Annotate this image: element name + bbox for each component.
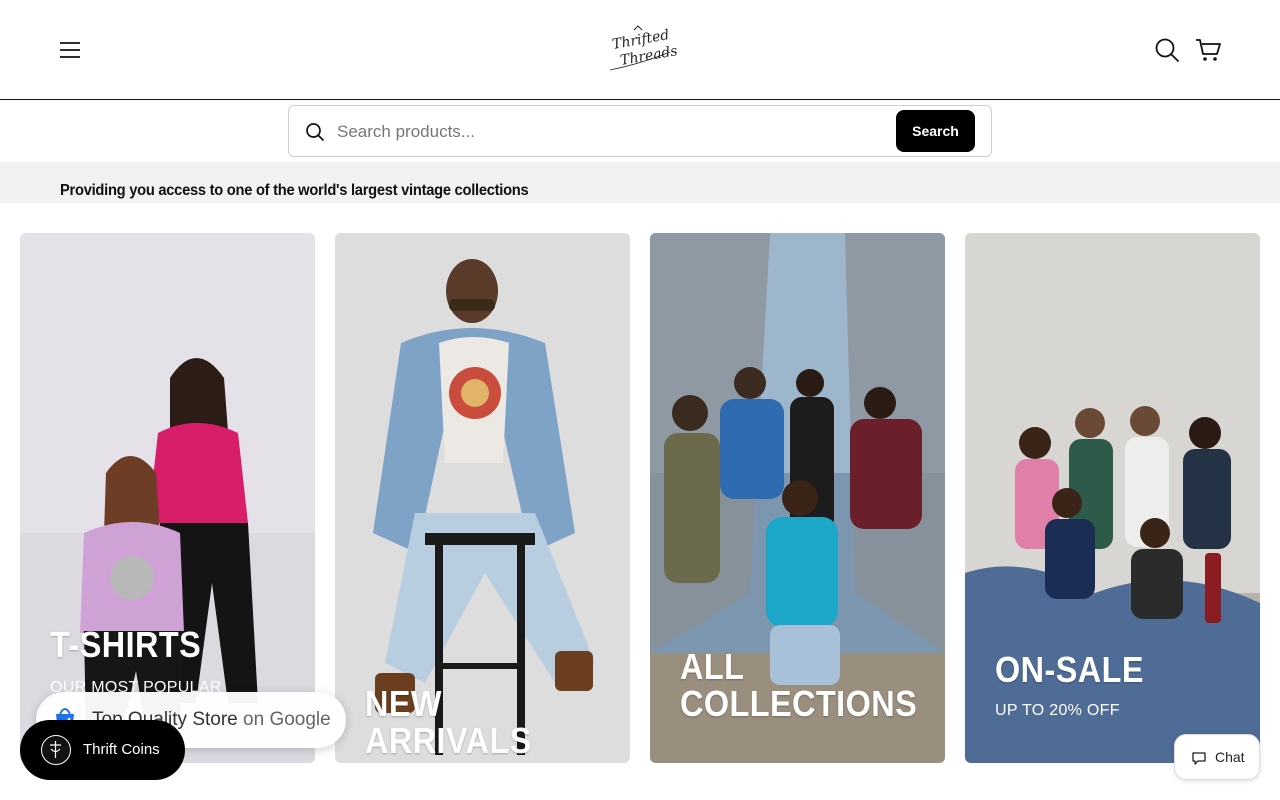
chat-label: Chat	[1215, 749, 1245, 765]
search-icon	[305, 122, 325, 142]
coin-icon	[41, 735, 71, 765]
menu-icon[interactable]	[56, 36, 84, 64]
chat-bubble-icon	[1191, 750, 1207, 766]
google-badge-suffix: on Google	[243, 709, 331, 730]
announcement-bar: Providing you access to one of the world…	[0, 162, 1280, 203]
collection-card-tshirts[interactable]: T-SHIRTS OUR MOST POPULAR	[20, 233, 315, 763]
search-icon[interactable]	[1153, 36, 1181, 64]
card-title: NEW ARRIVALS	[365, 683, 532, 761]
card-subtitle: UP TO 20% OFF	[995, 702, 1120, 719]
announcement-text: Providing you access to one of the world…	[60, 182, 529, 199]
collection-card-all-collections[interactable]: ALL COLLECTIONS	[650, 233, 945, 763]
card-title: T-SHIRTS	[50, 624, 202, 665]
card-title: ALL COLLECTIONS	[680, 646, 918, 724]
search-input[interactable]	[335, 116, 879, 148]
thrift-coins-label: Thrift Coins	[83, 741, 160, 758]
search-button[interactable]: Search	[896, 110, 975, 152]
thrift-coins-button[interactable]: Thrift Coins	[20, 720, 185, 780]
search-bar: Search	[288, 105, 992, 157]
store-logo[interactable]: Thrifted Threads	[600, 22, 680, 78]
card-title: ON-SALE	[995, 649, 1144, 690]
collection-card-on-sale[interactable]: ON-SALE UP TO 20% OFF	[965, 233, 1260, 763]
site-header: Thrifted Threads	[0, 0, 1280, 100]
chat-button[interactable]: Chat	[1174, 734, 1260, 780]
shopping-cart-icon[interactable]	[1194, 36, 1222, 64]
collection-card-new-arrivals[interactable]: NEW ARRIVALS	[335, 233, 630, 763]
